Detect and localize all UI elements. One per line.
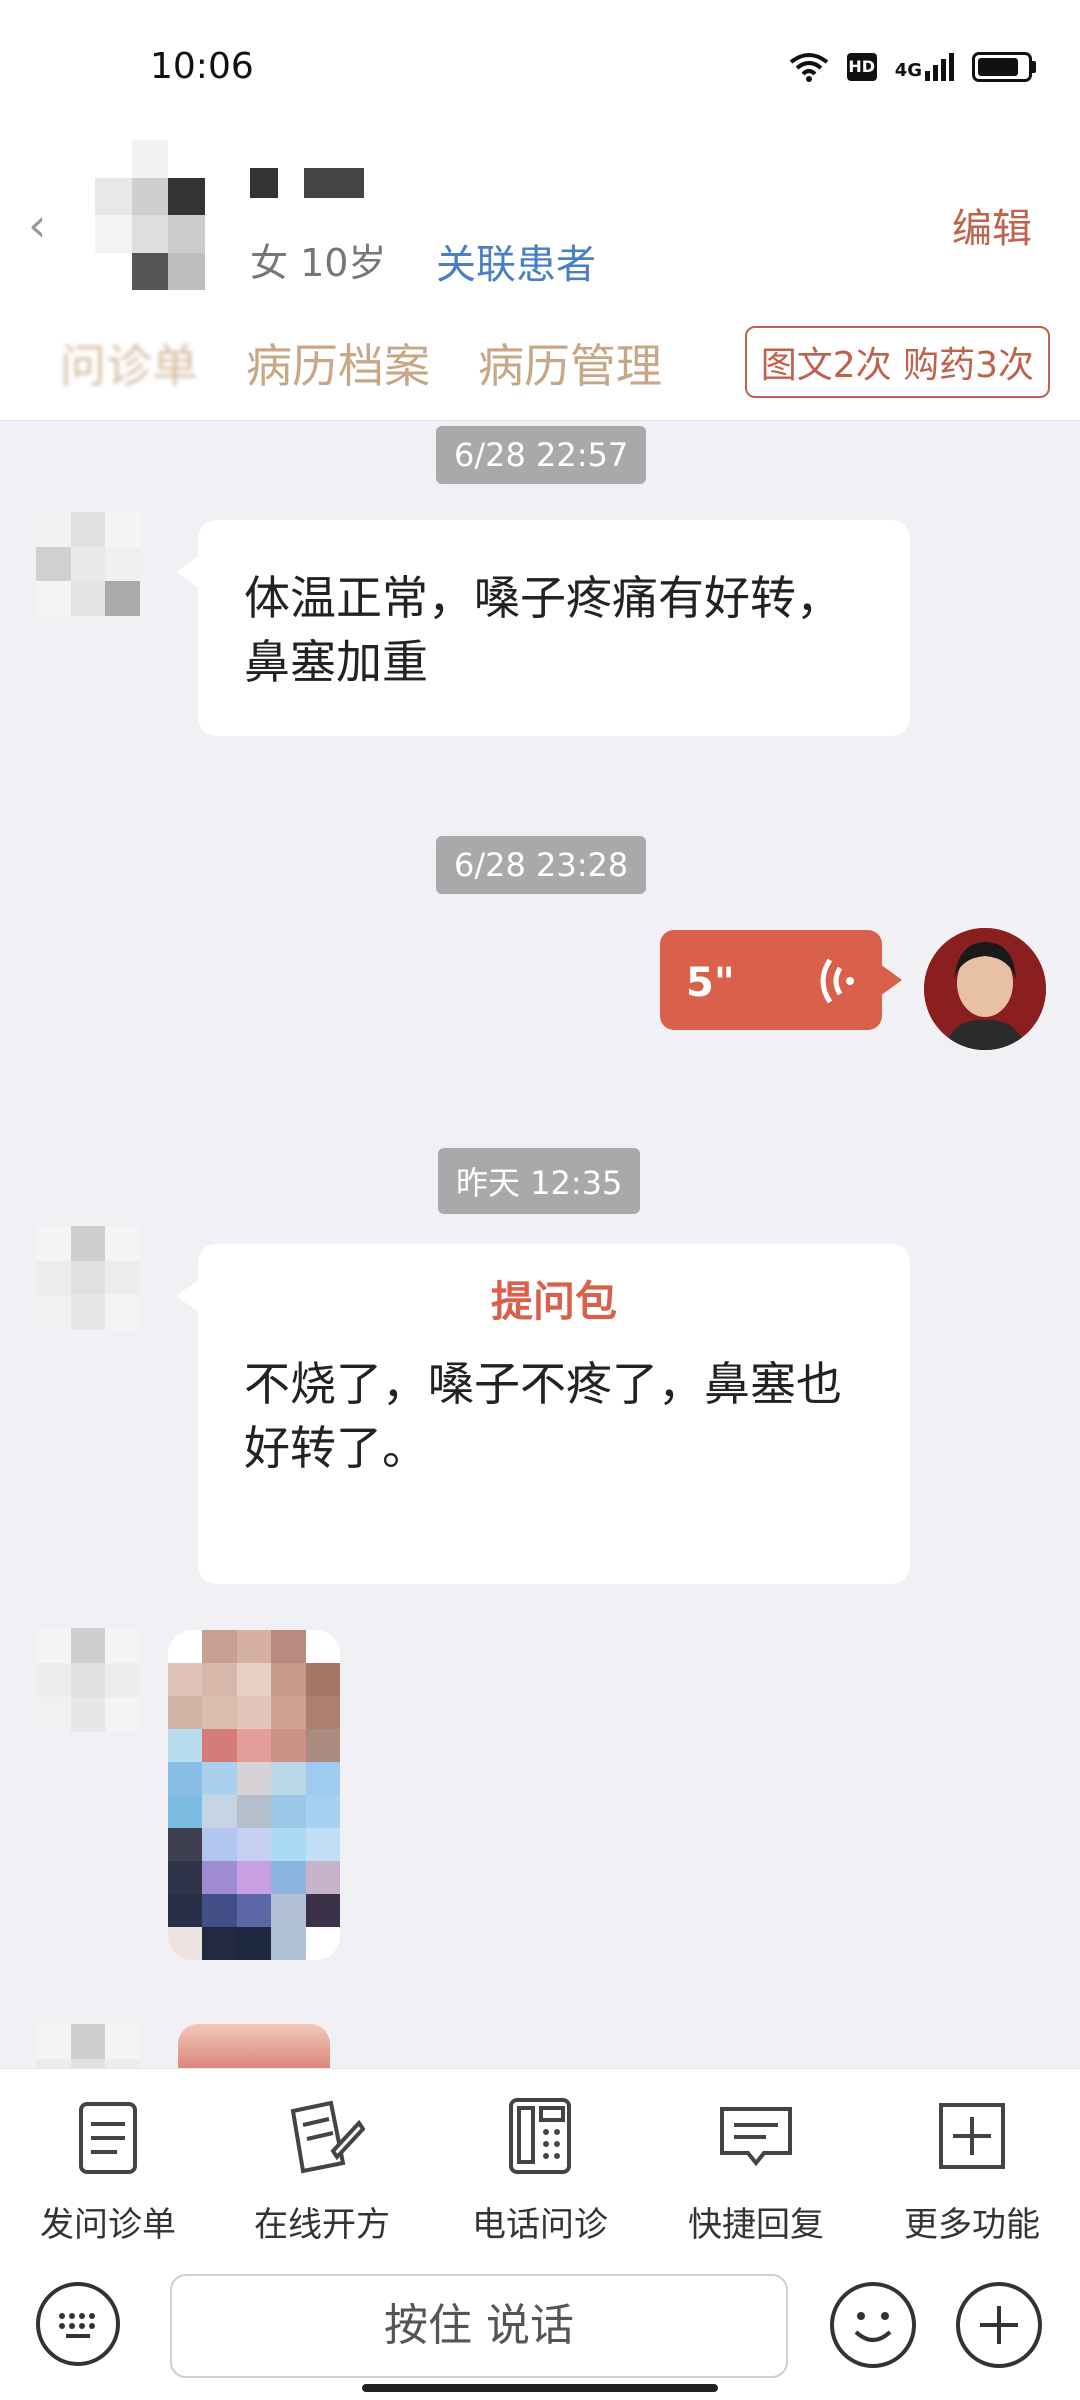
image-message[interactable] [168, 1630, 340, 1960]
keyboard-icon[interactable] [36, 2282, 120, 2366]
wifi-icon [789, 53, 828, 82]
image-message[interactable] [178, 2024, 330, 2068]
patient-avatar[interactable] [36, 1628, 140, 1732]
function-label: 更多功能 [904, 2205, 1040, 2245]
edit-button[interactable]: 编辑 [952, 196, 1032, 254]
order-count-badge[interactable]: 图文2次 购药3次 [744, 326, 1050, 398]
quick-reply-button[interactable]: 快捷回复 [656, 2093, 856, 2246]
phone-consultation-button[interactable]: 电话问诊 [440, 2093, 640, 2246]
patient-name-redacted [250, 168, 364, 198]
prescription-pen-icon [290, 2100, 365, 2174]
signal-icon: 4G [895, 53, 954, 81]
status-time: 10:06 [150, 46, 254, 87]
patient-avatar[interactable] [95, 140, 205, 290]
hold-to-talk-button[interactable]: 按住 说话 [170, 2274, 788, 2378]
send-questionnaire-button[interactable]: 发问诊单 [8, 2093, 208, 2246]
online-prescription-button[interactable]: 在线开方 [222, 2093, 422, 2246]
patient-avatar[interactable] [36, 1226, 140, 1330]
message-icon [720, 2107, 792, 2167]
more-functions-button[interactable]: 更多功能 [872, 2093, 1072, 2246]
message-bubble[interactable]: 体温正常，嗓子疼痛有好转，鼻塞加重 [176, 520, 910, 736]
tab-record-management[interactable]: 病历管理 [478, 330, 662, 396]
voice-message[interactable]: 5" [660, 930, 902, 1030]
timestamp: 6/28 22:57 [436, 426, 647, 484]
voice-wave-icon [820, 958, 854, 1004]
emoji-icon[interactable] [830, 2282, 916, 2368]
function-label: 电话问诊 [472, 2205, 608, 2245]
home-indicator[interactable] [362, 2384, 718, 2392]
chat-header: ‹ 女 10岁 关联患者 编辑 问诊单 病历档案 病历管理 图文2次 购药3次 [0, 140, 1080, 421]
hd-icon: HD [846, 53, 877, 81]
tab-questionnaire[interactable]: 问诊单 [60, 330, 198, 396]
voice-duration: 5" [686, 960, 735, 1006]
back-icon[interactable]: ‹ [28, 198, 46, 252]
link-patient-link[interactable]: 关联患者 [436, 232, 596, 290]
function-bar: 发问诊单 在线开方 电话问诊 快捷回复 更多功能 [0, 2068, 1080, 2256]
question-package-title: 提问包 [490, 1277, 617, 1326]
phone-icon [509, 2098, 571, 2174]
battery-icon [972, 52, 1036, 82]
doctor-avatar[interactable] [924, 928, 1046, 1050]
status-icons: HD 4G [789, 52, 1036, 82]
function-label: 发问诊单 [40, 2205, 176, 2245]
patient-avatar[interactable] [36, 512, 140, 616]
tab-medical-records[interactable]: 病历档案 [246, 330, 430, 396]
timestamp: 6/28 23:28 [436, 836, 647, 894]
status-bar: 10:06 HD 4G [0, 0, 1080, 140]
function-label: 快捷回复 [688, 2205, 824, 2245]
message-text: 不烧了，嗓子不疼了，鼻塞也好转了。 [244, 1357, 842, 1475]
header-tabs: 问诊单 病历档案 病历管理 [60, 330, 662, 396]
patient-info: 女 10岁 [250, 241, 387, 285]
question-package-bubble[interactable]: 提问包 不烧了，嗓子不疼了，鼻塞也好转了。 [176, 1244, 910, 1584]
message-text: 体温正常，嗓子疼痛有好转，鼻塞加重 [244, 571, 842, 689]
input-bar: 按住 说话 [0, 2254, 1080, 2400]
clipboard-icon [79, 2102, 137, 2174]
timestamp: 昨天 12:35 [438, 1148, 641, 1214]
function-label: 在线开方 [254, 2205, 390, 2245]
network-type: 4G [894, 60, 922, 81]
plus-icon[interactable] [956, 2282, 1042, 2368]
plus-square-icon [939, 2103, 1005, 2169]
